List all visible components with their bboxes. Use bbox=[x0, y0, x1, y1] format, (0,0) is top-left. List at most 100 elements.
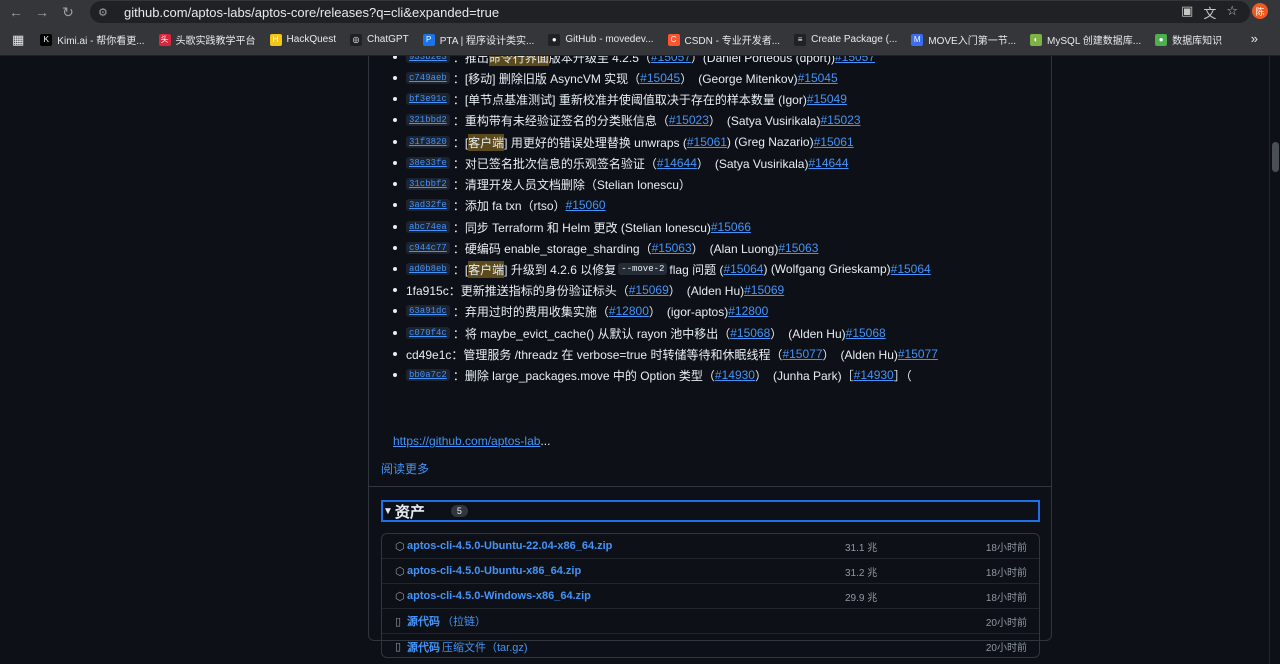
pr-link[interactable]: #15057 bbox=[651, 56, 691, 64]
bookmark-item[interactable]: ◐ MySQL 创建数据库... bbox=[1030, 32, 1141, 47]
more-bookmarks-icon[interactable]: » bbox=[1251, 31, 1258, 46]
commit-sha-link[interactable]: bb0a7c2 bbox=[406, 369, 450, 381]
bullet bbox=[393, 331, 397, 335]
note-text: ］（ bbox=[893, 368, 912, 383]
pr-link[interactable]: #15069 bbox=[629, 283, 669, 297]
asset-name[interactable]: aptos-cli-4.5.0-Windows-x86_64.zip bbox=[407, 590, 591, 602]
note-text: 1fa915c：更新推送指标的身份验证标头（ bbox=[406, 283, 629, 298]
bookmark-item[interactable]: ≡ Create Package (... bbox=[794, 33, 897, 46]
asset-format[interactable]: 压缩文件（tar.gz) bbox=[442, 639, 528, 655]
pr-link[interactable]: #15063 bbox=[652, 241, 692, 255]
assets-header[interactable]: ▼ 资产 5 bbox=[381, 500, 1040, 522]
pr-link[interactable]: #15023 bbox=[669, 113, 709, 127]
site-info-icon[interactable]: ⚙ bbox=[98, 6, 114, 19]
commit-sha-link[interactable]: 933b2e3 bbox=[406, 56, 450, 63]
pr-link[interactable]: #12800 bbox=[728, 304, 768, 318]
asset-name-link[interactable]: 源代码 bbox=[407, 642, 440, 654]
pr-link[interactable]: #14644 bbox=[657, 156, 697, 170]
asset-name-link[interactable]: aptos-cli-4.5.0-Ubuntu-22.04-x86_64.zip bbox=[407, 540, 612, 552]
pr-link[interactable]: #15066 bbox=[711, 220, 751, 234]
address-bar[interactable]: ⚙ github.com/aptos-labs/aptos-core/relea… bbox=[90, 1, 1250, 23]
divider bbox=[369, 486, 1051, 487]
release-note-item: ad0b8eb ：[客户端] 升级到 4.2.6 以修复 --move-2 flag … bbox=[381, 260, 931, 278]
commit-sha-link[interactable]: 321bbd2 bbox=[406, 114, 450, 126]
pr-link[interactable]: #14644 bbox=[808, 156, 848, 170]
commit-sha-link[interactable]: ad0b8eb bbox=[406, 263, 450, 275]
pr-link[interactable]: #15061 bbox=[814, 135, 854, 149]
install-app-icon[interactable]: ▣ bbox=[1181, 3, 1193, 22]
commit-sha-link[interactable]: 31cbbf2 bbox=[406, 178, 450, 190]
commit-sha-link[interactable]: c070f4c bbox=[406, 327, 450, 339]
release-note-item: 321bbd2 ：重构带有未经验证签名的分类账信息（ #15023） (Satya … bbox=[381, 111, 861, 129]
package-icon: ⬡ bbox=[395, 565, 405, 578]
asset-timestamp: 18小时前 bbox=[985, 567, 1027, 579]
pr-link[interactable]: #15045 bbox=[798, 71, 838, 85]
pr-link[interactable]: #15069 bbox=[744, 283, 784, 297]
commit-sha-link[interactable]: c944c77 bbox=[406, 242, 450, 254]
translate-icon[interactable]: 文 bbox=[1203, 3, 1216, 22]
bookmark-item[interactable]: ● GitHub - movedev... bbox=[548, 33, 654, 46]
bookmark-item[interactable]: 头头歌实践教学平台 bbox=[158, 32, 256, 47]
commit-sha-link[interactable]: 31f3820 bbox=[406, 136, 450, 148]
pr-link[interactable]: #15049 bbox=[807, 92, 847, 106]
bookmark-star-icon[interactable]: ☆ bbox=[1226, 3, 1238, 22]
pr-link[interactable]: #15064 bbox=[723, 262, 763, 276]
scrollbar-thumb[interactable] bbox=[1272, 142, 1279, 172]
profile-avatar[interactable]: 陈 bbox=[1252, 3, 1268, 19]
commit-sha-link[interactable]: c749aeb bbox=[406, 72, 450, 84]
commit-sha-link[interactable]: 38e33fe bbox=[406, 157, 450, 169]
commit-sha-link[interactable]: bf3e91c bbox=[406, 93, 450, 105]
pr-link[interactable]: #15077 bbox=[782, 347, 822, 361]
asset-name[interactable]: aptos-cli-4.5.0-Ubuntu-22.04-x86_64.zip bbox=[407, 540, 612, 552]
pr-link[interactable]: #15060 bbox=[566, 198, 606, 212]
asset-name[interactable]: aptos-cli-4.5.0-Ubuntu-x86_64.zip bbox=[407, 565, 581, 577]
pr-link[interactable]: #15068 bbox=[846, 326, 886, 340]
note-text: ：[移动] 删除旧版 AsyncVM 实现（ bbox=[452, 71, 641, 86]
pr-link[interactable]: #15077 bbox=[898, 347, 938, 361]
note-text: ：删除 large_packages.move 中的 Option 类型（ bbox=[452, 368, 715, 383]
pr-link[interactable]: #12800 bbox=[609, 304, 649, 318]
page-scrollbar[interactable] bbox=[1269, 56, 1280, 664]
reload-icon[interactable]: ↻ bbox=[55, 0, 81, 24]
expand-triangle-icon[interactable]: ▼ bbox=[383, 506, 393, 517]
asset-name[interactable]: 源代码 bbox=[407, 613, 440, 629]
bullet bbox=[393, 182, 397, 186]
asset-name-link[interactable]: 源代码 bbox=[407, 616, 440, 628]
continuation-link[interactable]: https://github.com/aptos-lab bbox=[393, 434, 540, 448]
pr-link[interactable]: #15064 bbox=[891, 262, 931, 276]
bookmark-item[interactable]: ◎ ChatGPT bbox=[350, 33, 409, 46]
read-more-link[interactable]: 阅读更多 bbox=[381, 460, 429, 477]
commit-sha-link[interactable]: abc74ea bbox=[406, 221, 450, 233]
release-note-item: c749aeb ：[移动] 删除旧版 AsyncVM 实现（ #15045） (Ge… bbox=[381, 69, 838, 87]
apps-grid-icon[interactable]: ▦ bbox=[12, 32, 24, 48]
bookmark-label: Kimi.ai - 帮你看更... bbox=[57, 36, 145, 47]
bookmark-item[interactable]: C CSDN - 专业开发者... bbox=[667, 32, 780, 47]
pr-link[interactable]: #14930 bbox=[854, 368, 894, 382]
note-text: ：推出 bbox=[452, 56, 489, 65]
asset-name[interactable]: 源代码 bbox=[407, 639, 440, 655]
note-text: ] 用更好的错误处理替换 unwraps ( bbox=[504, 135, 687, 150]
asset-name-link[interactable]: aptos-cli-4.5.0-Ubuntu-x86_64.zip bbox=[407, 565, 581, 577]
commit-sha-link[interactable]: 3ad32fe bbox=[406, 199, 450, 211]
forward-arrow-icon[interactable]: → bbox=[29, 0, 55, 24]
asset-timestamp: 18小时前 bbox=[985, 592, 1027, 604]
pr-link[interactable]: #15063 bbox=[778, 241, 818, 255]
pr-link[interactable]: #14930 bbox=[715, 368, 755, 382]
bookmark-item[interactable]: M MOVE入门第一节... bbox=[911, 32, 1016, 47]
asset-format[interactable]: （拉链） bbox=[442, 613, 486, 629]
pr-link[interactable]: #15057 bbox=[835, 56, 875, 64]
pr-link[interactable]: #15045 bbox=[640, 71, 680, 85]
bookmark-item[interactable]: ● 数据库知识 bbox=[1155, 32, 1222, 47]
note-text: ） (George Mitenkov) bbox=[680, 71, 798, 86]
asset-name-link[interactable]: aptos-cli-4.5.0-Windows-x86_64.zip bbox=[407, 590, 591, 602]
bookmark-favicon-icon: 头 bbox=[158, 33, 171, 46]
pr-link[interactable]: #15023 bbox=[820, 113, 860, 127]
back-arrow-icon[interactable]: ← bbox=[3, 0, 29, 24]
bookmark-item[interactable]: K Kimi.ai - 帮你看更... bbox=[40, 32, 145, 47]
bookmark-item[interactable]: H HackQuest bbox=[269, 33, 336, 46]
commit-sha-link[interactable]: 63a91dc bbox=[406, 305, 450, 317]
pr-link[interactable]: #15061 bbox=[687, 135, 727, 149]
url-text[interactable]: github.com/aptos-labs/aptos-core/release… bbox=[124, 5, 499, 20]
bookmark-item[interactable]: P PTA | 程序设计类实... bbox=[422, 32, 534, 47]
pr-link[interactable]: #15068 bbox=[730, 326, 770, 340]
